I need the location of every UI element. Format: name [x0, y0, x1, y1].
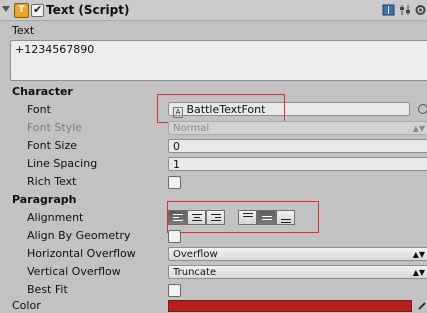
line-spacing-label: Line Spacing [27, 157, 98, 170]
gear-icon[interactable] [414, 4, 427, 16]
font-style-label: Font Style [27, 121, 83, 134]
horizontal-overflow-value: Overflow [173, 249, 218, 260]
font-style-dropdown[interactable]: Normal ▲▼ [168, 121, 427, 135]
chevron-down-icon: ▲▼ [412, 124, 425, 133]
chevron-down-icon: ▲▼ [412, 268, 425, 277]
color-label: Color [12, 299, 41, 312]
align-by-geometry-checkbox[interactable] [168, 230, 181, 243]
font-highlight-box [157, 94, 285, 123]
align-top-button[interactable] [238, 210, 257, 225]
line-spacing-input[interactable]: 1 [168, 157, 427, 171]
best-fit-label: Best Fit [27, 283, 68, 296]
horizontal-overflow-label: Horizontal Overflow [27, 247, 136, 260]
align-by-geometry-label: Align By Geometry [27, 229, 131, 242]
font-label: Font [27, 103, 51, 116]
component-enabled-checkbox[interactable] [31, 3, 44, 17]
rich-text-checkbox[interactable] [168, 176, 181, 189]
object-picker-icon[interactable] [418, 104, 427, 114]
character-section-header: Character [12, 85, 73, 98]
best-fit-checkbox[interactable] [168, 284, 181, 297]
align-center-button[interactable] [187, 210, 206, 225]
foldout-arrow-icon[interactable] [2, 6, 10, 12]
sliders-icon[interactable] [399, 4, 412, 16]
paragraph-section-header: Paragraph [12, 193, 77, 206]
chevron-down-icon: ▲▼ [412, 250, 425, 259]
font-size-input[interactable]: 0 [168, 139, 427, 153]
book-icon[interactable] [382, 4, 395, 16]
font-size-label: Font Size [27, 139, 78, 152]
align-right-button[interactable] [206, 210, 225, 225]
color-swatch[interactable] [168, 300, 412, 312]
text-label: Text [12, 24, 35, 37]
align-middle-button[interactable] [257, 210, 276, 225]
horizontal-overflow-dropdown[interactable]: Overflow ▲▼ [168, 247, 427, 261]
font-style-value: Normal [173, 123, 210, 134]
vertical-overflow-value: Truncate [173, 267, 217, 278]
align-left-button[interactable] [168, 210, 187, 225]
align-bottom-button[interactable] [276, 210, 295, 225]
text-component-icon: T [14, 3, 29, 18]
rich-text-label: Rich Text [27, 175, 77, 188]
eyedropper-icon[interactable] [418, 300, 427, 313]
alignment-label: Alignment [27, 211, 84, 224]
vertical-overflow-dropdown[interactable]: Truncate ▲▼ [168, 265, 427, 279]
text-input[interactable]: +1234567890 [10, 40, 427, 81]
vertical-overflow-label: Vertical Overflow [27, 265, 121, 278]
component-title: Text (Script) [46, 3, 130, 17]
